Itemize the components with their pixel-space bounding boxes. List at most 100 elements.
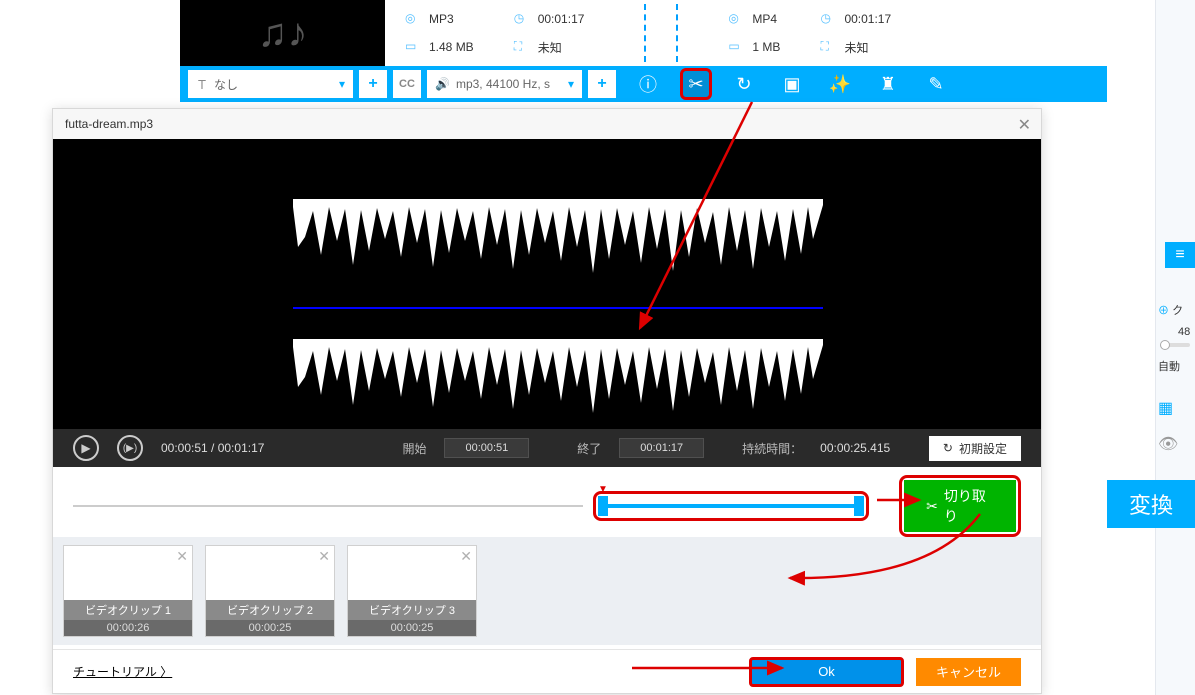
play-segment-button[interactable]: (▶) (117, 435, 143, 461)
playback-time: 00:00:51 / 00:01:17 (161, 441, 264, 455)
cut-tool-button[interactable]: ✂ (680, 68, 712, 100)
range-selector[interactable]: ▼ (593, 491, 869, 521)
dim-icon: ⛶ (820, 39, 836, 55)
trim-dialog: futta-dream.mp3 ✕ ▶ (▶) 00:00:51 / 00:01… (52, 108, 1042, 694)
text-icon: Ｔ (196, 76, 208, 93)
clip-name: ビデオクリップ 2 (206, 600, 334, 620)
dialog-title: futta-dream.mp3 (53, 109, 1041, 139)
waveform-area[interactable] (53, 139, 1041, 429)
ok-button[interactable]: Ok (749, 657, 904, 687)
audio-dd-value: mp3, 44100 Hz, s (456, 77, 550, 91)
src-size: 1.48 MB (429, 40, 474, 54)
reset-label: 初期設定 (959, 440, 1007, 457)
close-icon[interactable]: ✕ (1018, 115, 1031, 135)
dst-dim: 未知 (844, 39, 868, 56)
waveform-mid (293, 307, 823, 309)
clip-item[interactable]: ✕ ビデオクリップ 200:00:25 (205, 545, 335, 637)
crop-icon[interactable]: ▣ (776, 68, 808, 100)
clip-thumb (206, 546, 334, 600)
source-info-row: ♫♪ ◎MP3 ▭1.48 MB ◷00:01:17 ⛶未知 ◎MP4 ▭1 M… (180, 0, 1107, 66)
end-label: 終了 (577, 440, 601, 457)
range-handle-left[interactable] (598, 496, 608, 516)
text-overlay-dropdown[interactable]: Ｔ なし ▾ (188, 70, 353, 98)
caret-down-icon: ▾ (329, 77, 345, 91)
dialog-bottom-bar: チュートリアル 〉 Ok キャンセル (53, 649, 1041, 693)
chip-icon[interactable]: ▦ (1158, 398, 1173, 418)
src-col-2: ◷ 00:01:17 ⛶ 未知 (494, 0, 605, 66)
dst-dur: 00:01:17 (844, 12, 891, 26)
slider[interactable] (1160, 343, 1190, 347)
dim-icon: ⛶ (514, 39, 530, 55)
caret-down-icon: ▾ (558, 77, 574, 91)
clip-time: 00:00:25 (206, 620, 334, 636)
add-audio-button[interactable]: + (588, 70, 616, 98)
clip-item[interactable]: ✕ ビデオクリップ 100:00:26 (63, 545, 193, 637)
range-track[interactable] (73, 505, 583, 507)
clip-close-icon[interactable]: ✕ (460, 548, 472, 565)
cancel-button[interactable]: キャンセル (916, 658, 1021, 686)
play-button[interactable]: ▶ (73, 435, 99, 461)
clock-icon: ◷ (514, 11, 530, 27)
add-text-button[interactable]: + (359, 70, 387, 98)
src-format: MP3 (429, 12, 454, 26)
duration-label: 持続時間： (742, 440, 802, 457)
clip-close-icon[interactable]: ✕ (176, 548, 188, 565)
right-panel: ≡ ⊕ ク 48 自動 ▦ 👁 (1155, 0, 1195, 695)
text-dd-value: なし (214, 76, 238, 93)
cut-label: 切り取り (944, 486, 994, 526)
tutorial-link[interactable]: チュートリアル 〉 (73, 663, 172, 680)
clips-row: ✕ビデオクリップ 100:00:26✕ビデオクリップ 200:00:25✕ビデオ… (53, 537, 1041, 645)
speaker-icon: 🔊 (435, 77, 450, 91)
start-label: 開始 (402, 440, 426, 457)
end-time-input[interactable]: 00:01:17 (619, 438, 704, 458)
convert-button[interactable]: 変換 (1107, 480, 1195, 528)
waveform-right (293, 339, 823, 429)
cut-button[interactable]: ✂ 切り取り (904, 480, 1016, 532)
right-48: 48 (1178, 326, 1190, 338)
clip-time: 00:00:26 (64, 620, 192, 636)
clip-item[interactable]: ✕ ビデオクリップ 300:00:25 (347, 545, 477, 637)
clip-thumb (64, 546, 192, 600)
scissors-icon: ✂ (926, 498, 938, 515)
rotate-icon[interactable]: ↻ (728, 68, 760, 100)
duration-value: 00:00:25.415 (820, 441, 890, 455)
playback-controls: ▶ (▶) 00:00:51 / 00:01:17 開始 00:00:51 終了… (53, 429, 1041, 467)
src-dim: 未知 (538, 39, 562, 56)
info-icon[interactable]: ⓘ (632, 68, 664, 100)
cut-button-wrap: ✂ 切り取り (899, 475, 1021, 537)
waveform-left (293, 199, 823, 289)
clip-name: ビデオクリップ 3 (348, 600, 476, 620)
clock-icon: ◷ (820, 11, 836, 27)
audio-format-dropdown[interactable]: 🔊 mp3, 44100 Hz, s ▾ (427, 70, 582, 98)
eye-icon[interactable]: 👁 (1158, 434, 1178, 454)
right-auto: 自動 (1158, 358, 1180, 374)
range-marker-icon: ▼ (598, 484, 608, 495)
subtitle-icon[interactable]: ✎ (920, 68, 952, 100)
separator (676, 4, 678, 62)
edit-toolbar: Ｔ なし ▾ + CC 🔊 mp3, 44100 Hz, s ▾ + ⓘ ✂ ↻… (180, 66, 1107, 102)
src-dur: 00:01:17 (538, 12, 585, 26)
clip-name: ビデオクリップ 1 (64, 600, 192, 620)
folder-icon: ▭ (405, 39, 421, 55)
start-time-input[interactable]: 00:00:51 (444, 438, 529, 458)
dst-col-1: ◎ MP4 ▭ 1 MB (708, 0, 800, 66)
clip-time: 00:00:25 (348, 620, 476, 636)
range-row: ▼ ✂ 切り取り (53, 479, 1041, 533)
reset-button[interactable]: ↻ 初期設定 (929, 436, 1021, 461)
folder-icon: ▭ (728, 39, 744, 55)
watermark-icon[interactable]: ♜ (872, 68, 904, 100)
clip-close-icon[interactable]: ✕ (318, 548, 330, 565)
range-bar[interactable] (600, 504, 862, 508)
dst-size: 1 MB (752, 40, 780, 54)
refresh-icon: ↻ (943, 441, 953, 455)
separator (644, 4, 646, 62)
cc-button[interactable]: CC (393, 70, 421, 98)
format-icon: ◎ (728, 11, 744, 27)
clip-thumb (348, 546, 476, 600)
range-handle-right[interactable] (854, 496, 864, 516)
effects-icon[interactable]: ✨ (824, 68, 856, 100)
dst-format: MP4 (752, 12, 777, 26)
format-icon: ◎ (405, 11, 421, 27)
panel-toggle[interactable]: ≡ (1165, 242, 1195, 268)
dst-col-2: ◷ 00:01:17 ⛶ 未知 (800, 0, 911, 66)
